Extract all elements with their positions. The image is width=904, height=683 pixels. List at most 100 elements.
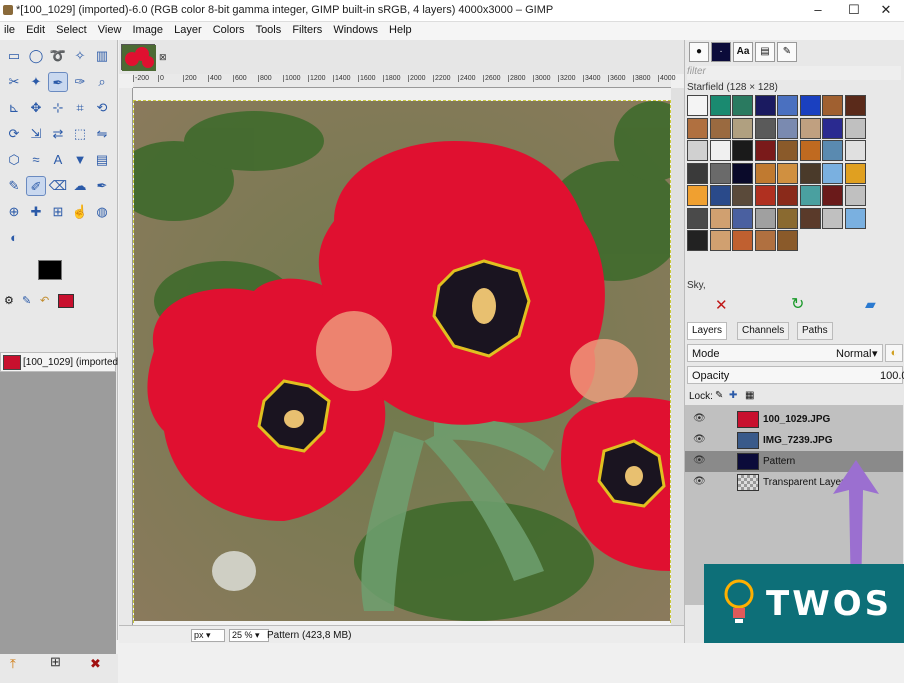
move-icon[interactable]: ✥ xyxy=(26,98,46,118)
ellipse-select-icon[interactable]: ◯ xyxy=(26,46,46,66)
pattern-swatch[interactable] xyxy=(732,185,753,206)
image-tab-thumbnail[interactable] xyxy=(121,44,156,71)
tab-layers[interactable]: Layers xyxy=(687,322,728,340)
menu-file[interactable]: ile xyxy=(0,22,19,38)
canvas-image[interactable] xyxy=(114,100,694,638)
pattern-swatch[interactable] xyxy=(732,95,753,116)
open-folder-icon[interactable]: ▰ xyxy=(865,296,876,313)
scissors-icon[interactable]: ✂ xyxy=(4,72,24,92)
pattern-swatch[interactable] xyxy=(777,140,798,161)
paint-dynamics-tab[interactable]: ✎ xyxy=(777,42,797,62)
pattern-swatch[interactable] xyxy=(822,117,843,139)
free-select-icon[interactable]: ➰ xyxy=(48,46,68,66)
pattern-swatch[interactable] xyxy=(799,162,821,184)
perspective-clone-icon[interactable]: ⊞ xyxy=(48,202,68,222)
pattern-swatch[interactable] xyxy=(709,117,731,139)
patterns-tab[interactable]: · xyxy=(711,42,731,62)
pattern-swatch[interactable] xyxy=(687,140,708,161)
perspective-icon[interactable]: ⬚ xyxy=(70,124,90,144)
paintbrush-icon[interactable]: ✐ xyxy=(26,176,46,196)
maximize-button[interactable]: ☐ xyxy=(836,0,872,22)
pattern-swatch[interactable] xyxy=(732,162,753,184)
scale-icon[interactable]: ⇲ xyxy=(26,124,46,144)
layer-row[interactable]: 👁︎ IMG_7239.JPG xyxy=(685,430,903,451)
paths-icon[interactable]: ✒ xyxy=(48,72,68,92)
pattern-swatch[interactable] xyxy=(709,207,731,229)
close-button[interactable]: ✕ xyxy=(868,0,904,22)
close-tab-icon[interactable]: ⊠ xyxy=(159,52,167,63)
bucket-fill-icon[interactable]: ▼ xyxy=(70,150,90,170)
menu-colors[interactable]: Colors xyxy=(209,22,249,38)
vertical-ruler[interactable] xyxy=(119,88,133,638)
pattern-swatch[interactable] xyxy=(687,95,708,116)
pattern-swatch[interactable] xyxy=(709,230,731,251)
lock-alpha-icon[interactable]: ▦ xyxy=(745,390,754,401)
menu-select[interactable]: Select xyxy=(52,22,91,38)
menu-tools[interactable]: Tools xyxy=(252,22,286,38)
pattern-swatch[interactable] xyxy=(844,140,866,161)
fuzzy-select-icon[interactable]: ✧ xyxy=(70,46,90,66)
tool-options-icon[interactable]: ⚙ xyxy=(4,294,14,307)
rect-select-icon[interactable]: ▭ xyxy=(4,46,24,66)
visibility-eye-icon[interactable]: 👁︎ xyxy=(693,413,706,424)
pattern-swatch[interactable] xyxy=(844,162,866,184)
raise-image-icon[interactable]: ⤒ xyxy=(10,656,16,672)
delete-image-icon[interactable]: ✖ xyxy=(90,656,101,672)
shear-icon[interactable]: ⇄ xyxy=(48,124,68,144)
pattern-swatch[interactable] xyxy=(777,230,798,251)
pattern-swatch[interactable] xyxy=(732,117,753,139)
flip-icon[interactable]: ⇋ xyxy=(92,124,112,144)
tab-paths[interactable]: Paths xyxy=(797,322,833,340)
dodge-burn-icon[interactable]: ◐ xyxy=(4,228,24,248)
rotate-icon[interactable]: ⟳ xyxy=(4,124,24,144)
pattern-swatch[interactable] xyxy=(777,207,798,229)
clone-icon[interactable]: ⊕ xyxy=(4,202,24,222)
ink-icon[interactable]: ✒ xyxy=(92,176,112,196)
pattern-swatch[interactable] xyxy=(799,207,821,229)
pattern-swatch[interactable] xyxy=(754,230,776,251)
pattern-swatch[interactable] xyxy=(822,95,843,116)
zoom-select[interactable]: 25 % ▾ xyxy=(229,629,269,642)
pattern-swatch[interactable] xyxy=(687,230,708,251)
pattern-swatch[interactable] xyxy=(844,185,866,206)
alignment-icon[interactable]: ⊹ xyxy=(48,98,68,118)
crop-icon[interactable]: ⌗ xyxy=(70,98,90,118)
mode-select[interactable]: Mode Normal ▾ xyxy=(687,344,883,362)
pattern-swatch[interactable] xyxy=(777,162,798,184)
new-image-icon[interactable]: ⊞ xyxy=(50,654,61,670)
horizontal-ruler[interactable]: -200 0 200 400 600 800 1000 1200 1400 1600 1800 200… xyxy=(133,74,676,88)
pattern-swatch[interactable] xyxy=(687,117,708,139)
vertical-scrollbar[interactable] xyxy=(671,88,684,638)
pattern-swatch[interactable] xyxy=(687,207,708,229)
pattern-swatch[interactable] xyxy=(822,162,843,184)
pattern-swatch[interactable] xyxy=(709,95,731,116)
menu-layer[interactable]: Layer xyxy=(170,22,206,38)
pattern-swatch[interactable] xyxy=(732,140,753,161)
document-history-tab[interactable]: ▤ xyxy=(755,42,775,62)
pattern-swatch[interactable] xyxy=(822,140,843,161)
refresh-icon[interactable]: ↻ xyxy=(791,294,804,314)
lock-pixels-icon[interactable]: ✎ xyxy=(715,390,723,401)
eraser-icon[interactable]: ⌫ xyxy=(48,176,68,196)
menu-help[interactable]: Help xyxy=(385,22,416,38)
cage-icon[interactable]: ⬡ xyxy=(4,150,24,170)
measure-icon[interactable]: ⊾ xyxy=(4,98,24,118)
layer-row[interactable]: 👁︎ 100_1029.JPG xyxy=(685,409,903,430)
brushes-tab[interactable]: ● xyxy=(689,42,709,62)
pattern-swatch[interactable] xyxy=(754,185,776,206)
pencil-icon[interactable]: ✎ xyxy=(4,176,24,196)
images-tab-icon[interactable] xyxy=(58,294,74,308)
filter-input[interactable]: filter xyxy=(687,66,901,80)
pattern-swatch[interactable] xyxy=(799,95,821,116)
undo-history-icon[interactable]: ↶ xyxy=(40,294,49,307)
pattern-swatch[interactable] xyxy=(799,117,821,139)
lock-position-icon[interactable]: ✚ xyxy=(729,390,737,401)
pattern-swatch[interactable] xyxy=(844,117,866,139)
smudge-icon[interactable]: ☝ xyxy=(70,202,90,222)
by-color-select-icon[interactable]: ▥ xyxy=(92,46,112,66)
pattern-swatch[interactable] xyxy=(754,95,776,116)
device-status-icon[interactable]: ✎ xyxy=(22,294,31,307)
menu-filters[interactable]: Filters xyxy=(288,22,326,38)
pattern-swatch[interactable] xyxy=(844,207,866,229)
mode-switch-icon[interactable]: ◐ xyxy=(885,344,903,362)
